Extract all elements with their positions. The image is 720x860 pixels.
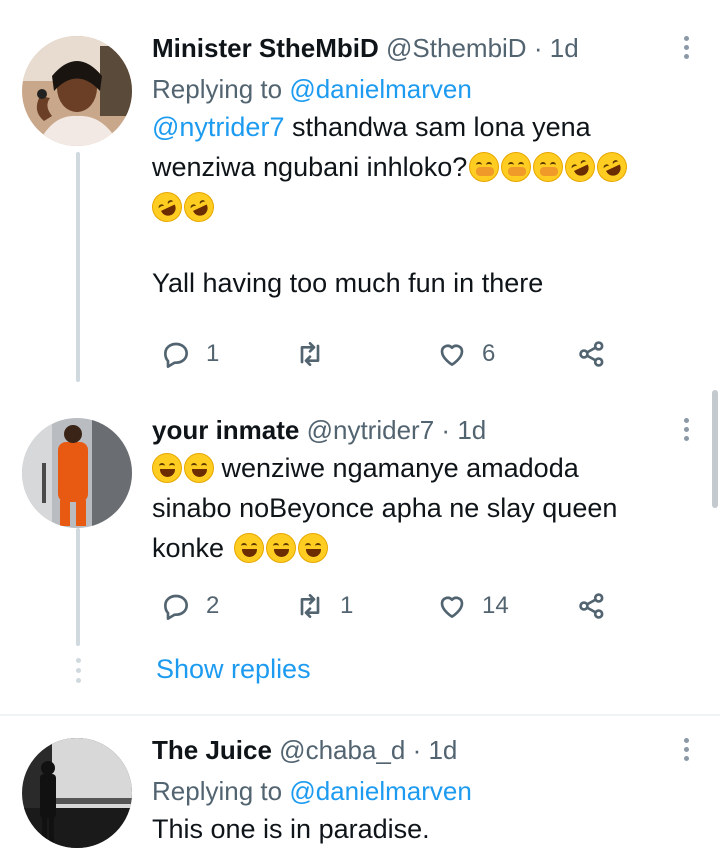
share-button[interactable]	[576, 588, 608, 624]
display-name[interactable]: Minister StheMbiD	[152, 33, 379, 63]
retweet-icon	[300, 342, 320, 366]
like-button[interactable]: 6	[436, 336, 495, 372]
retweet-count: 1	[340, 592, 354, 619]
display-name[interactable]: The Juice	[152, 735, 272, 765]
timestamp[interactable]: 1d	[550, 33, 579, 63]
text-line: wenziwa ngubani inhloko?	[152, 152, 468, 182]
user-handle[interactable]: @SthembiD	[386, 33, 527, 63]
timestamp[interactable]: 1d	[457, 415, 486, 445]
replying-to-mention[interactable]: @danielmarven	[289, 776, 471, 806]
like-button[interactable]: 14	[436, 588, 509, 624]
like-count: 6	[482, 340, 496, 367]
separator: ·	[441, 415, 451, 445]
share-button[interactable]	[576, 336, 608, 372]
tweet-2[interactable]: your inmate @nytrider7 · 1d wenziwe ngam…	[0, 380, 720, 715]
reply-button[interactable]: 1	[160, 336, 219, 372]
separator: ·	[533, 33, 543, 63]
replying-to: Replying to @danielmarven	[152, 73, 680, 105]
replying-to-mention[interactable]: @danielmarven	[289, 74, 471, 104]
retweet-icon	[300, 594, 320, 618]
hand-over-mouth-emoji	[501, 152, 532, 182]
replying-prefix: Replying to	[152, 776, 283, 806]
avatar[interactable]	[22, 738, 132, 848]
user-handle[interactable]: @chaba_d	[279, 735, 405, 765]
retweet-button[interactable]	[294, 336, 340, 372]
hand-over-mouth-emoji	[533, 152, 564, 182]
joy-emoji	[152, 453, 182, 483]
scrollbar[interactable]	[712, 390, 718, 508]
tweet-3[interactable]: The Juice @chaba_d · 1d Replying to @dan…	[0, 716, 720, 860]
share-icon	[579, 341, 604, 367]
thread-gap-dots	[74, 658, 82, 688]
reply-icon	[164, 594, 188, 620]
text-line: wenziwe ngamanye amadoda	[214, 453, 579, 483]
reply-icon	[164, 342, 188, 368]
replying-to: Replying to @danielmarven	[152, 775, 680, 807]
more-options-icon[interactable]	[682, 36, 690, 62]
tweet-text-line: Yall having too much fun in there	[152, 268, 544, 298]
rofl-emoji	[560, 147, 601, 187]
rofl-emoji	[179, 187, 219, 227]
mention-link[interactable]: @nytrider7	[152, 112, 284, 142]
replying-prefix: Replying to	[152, 74, 283, 104]
show-replies-link[interactable]: Show replies	[156, 654, 311, 685]
reply-button[interactable]: 2	[160, 588, 219, 624]
like-count: 14	[482, 592, 509, 619]
avatar[interactable]	[22, 418, 132, 528]
joy-emoji	[297, 533, 328, 563]
heart-icon	[440, 344, 464, 366]
heart-icon	[440, 596, 464, 618]
rofl-emoji	[147, 187, 187, 227]
rofl-emoji	[592, 147, 633, 187]
share-icon	[579, 593, 604, 619]
reply-count: 1	[206, 340, 220, 367]
user-handle[interactable]: @nytrider7	[307, 415, 435, 445]
more-options-icon[interactable]	[682, 418, 690, 444]
text-line: sthandwa sam lona yena	[284, 112, 591, 142]
thread-line	[76, 528, 80, 646]
separator: ·	[412, 735, 422, 765]
tweet-text: This one is in paradise.	[152, 814, 430, 844]
tweet-text: @nytrider7 sthandwa sam lona yena wenziw…	[147, 107, 680, 227]
more-options-icon[interactable]	[682, 738, 690, 764]
retweet-button[interactable]: 1	[294, 588, 353, 624]
joy-emoji	[184, 453, 214, 483]
text-line: sinabo noBeyonce apha ne slay queen	[152, 493, 618, 523]
thread-line	[76, 152, 80, 382]
reply-count: 2	[206, 592, 220, 619]
timestamp[interactable]: 1d	[428, 735, 457, 765]
avatar[interactable]	[22, 36, 132, 146]
text-line: konke	[152, 533, 225, 563]
hand-over-mouth-emoji	[469, 152, 500, 182]
joy-emoji	[233, 533, 264, 563]
tweet-1[interactable]: Minister StheMbiD @SthembiD · 1d Replyin…	[0, 0, 720, 382]
tweet-text: wenziwe ngamanye amadoda sinabo noBeyonc…	[152, 448, 680, 568]
joy-emoji	[265, 533, 296, 563]
display-name[interactable]: your inmate	[152, 415, 299, 445]
